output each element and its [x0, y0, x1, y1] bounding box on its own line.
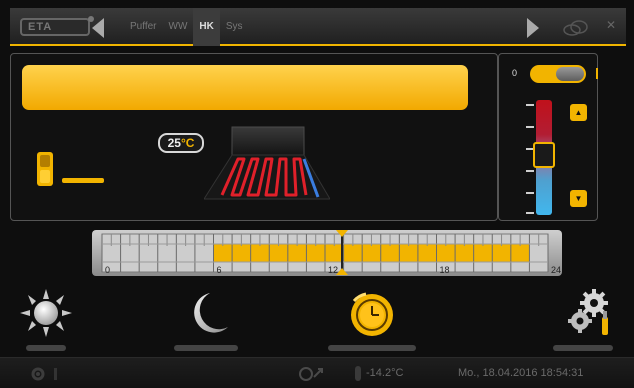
status-bar: -14.2°C Mo., 18.04.2016 18:54:31	[0, 357, 634, 388]
room-temperature-value: 25	[167, 136, 181, 150]
tab-ww[interactable]: WW	[163, 8, 194, 46]
close-icon[interactable]: ✕	[606, 18, 616, 32]
display-screen: ETA Puffer WW HK Sys ✕ 25°C 0 ▲ ▼ 0 6 12…	[0, 0, 634, 388]
night-mode-button[interactable]	[170, 287, 242, 351]
date-time: Mo., 18.04.2016 18:54:31	[458, 367, 584, 379]
caret-down-icon: ▼	[574, 194, 583, 203]
gears-icon	[568, 289, 608, 335]
logo-text: ETA	[28, 21, 53, 33]
tick-label-0: 0	[105, 265, 111, 275]
room-temperature-badge: 25°C	[158, 133, 204, 153]
cloud-icon[interactable]	[562, 20, 590, 36]
current-time-marker-top	[335, 230, 348, 237]
night-mode-label	[174, 345, 238, 351]
tab-sys[interactable]: Sys	[220, 8, 249, 46]
auto-mode-label	[328, 345, 416, 351]
circuit-name-bar[interactable]	[22, 65, 468, 110]
pump-icon	[37, 152, 53, 186]
network-icon	[299, 367, 323, 381]
tick-label-6: 6	[216, 265, 222, 275]
top-navigation-bar: ETA Puffer WW HK Sys ✕	[10, 8, 626, 46]
heating-toggle-switch[interactable]	[530, 65, 586, 83]
current-time-marker-bottom	[335, 268, 348, 275]
time-program-ruler[interactable]	[92, 230, 562, 276]
moon-icon	[194, 293, 228, 333]
status-divider	[54, 368, 57, 380]
gear-icon[interactable]	[30, 366, 46, 382]
heating-time-slot[interactable]	[213, 244, 530, 262]
setpoint-down-button[interactable]: ▼	[570, 190, 587, 207]
toggle-state-label: 0	[512, 68, 518, 78]
ruler-graphics	[101, 233, 549, 273]
thermometer-icon	[355, 366, 361, 381]
gauge-tick	[526, 170, 534, 172]
tab-hk[interactable]: HK	[193, 8, 220, 46]
triangle-right-icon[interactable]	[527, 18, 539, 38]
gauge-tick	[526, 212, 534, 214]
setpoint-slider-handle[interactable]	[533, 142, 555, 169]
gauge-tick	[526, 126, 534, 128]
floor-heating-icon	[204, 126, 330, 200]
setpoint-up-button[interactable]: ▲	[570, 104, 587, 121]
settings-button[interactable]	[550, 287, 616, 351]
day-mode-label	[26, 345, 66, 351]
tab-puffer[interactable]: Puffer	[124, 8, 163, 46]
settings-label	[553, 345, 613, 351]
auto-mode-button[interactable]	[326, 287, 418, 351]
room-temperature-unit: °C	[180, 136, 195, 150]
flow-indicator	[62, 178, 104, 183]
tick-label-18: 18	[439, 265, 450, 275]
day-mode-button[interactable]	[18, 287, 74, 351]
caret-up-icon: ▲	[574, 108, 583, 117]
clock-icon	[351, 292, 393, 336]
toggle-knob[interactable]	[556, 67, 584, 81]
sun-icon	[20, 289, 72, 337]
toggle-on-mark	[596, 68, 598, 79]
outside-temperature: -14.2°C	[366, 367, 404, 379]
module-tabs: Puffer WW HK Sys	[124, 8, 249, 46]
gauge-tick	[526, 192, 534, 194]
tick-label-24: 24	[551, 265, 562, 275]
triangle-left-icon[interactable]	[92, 18, 104, 38]
gauge-tick	[526, 104, 534, 106]
brand-logo: ETA	[20, 16, 94, 36]
